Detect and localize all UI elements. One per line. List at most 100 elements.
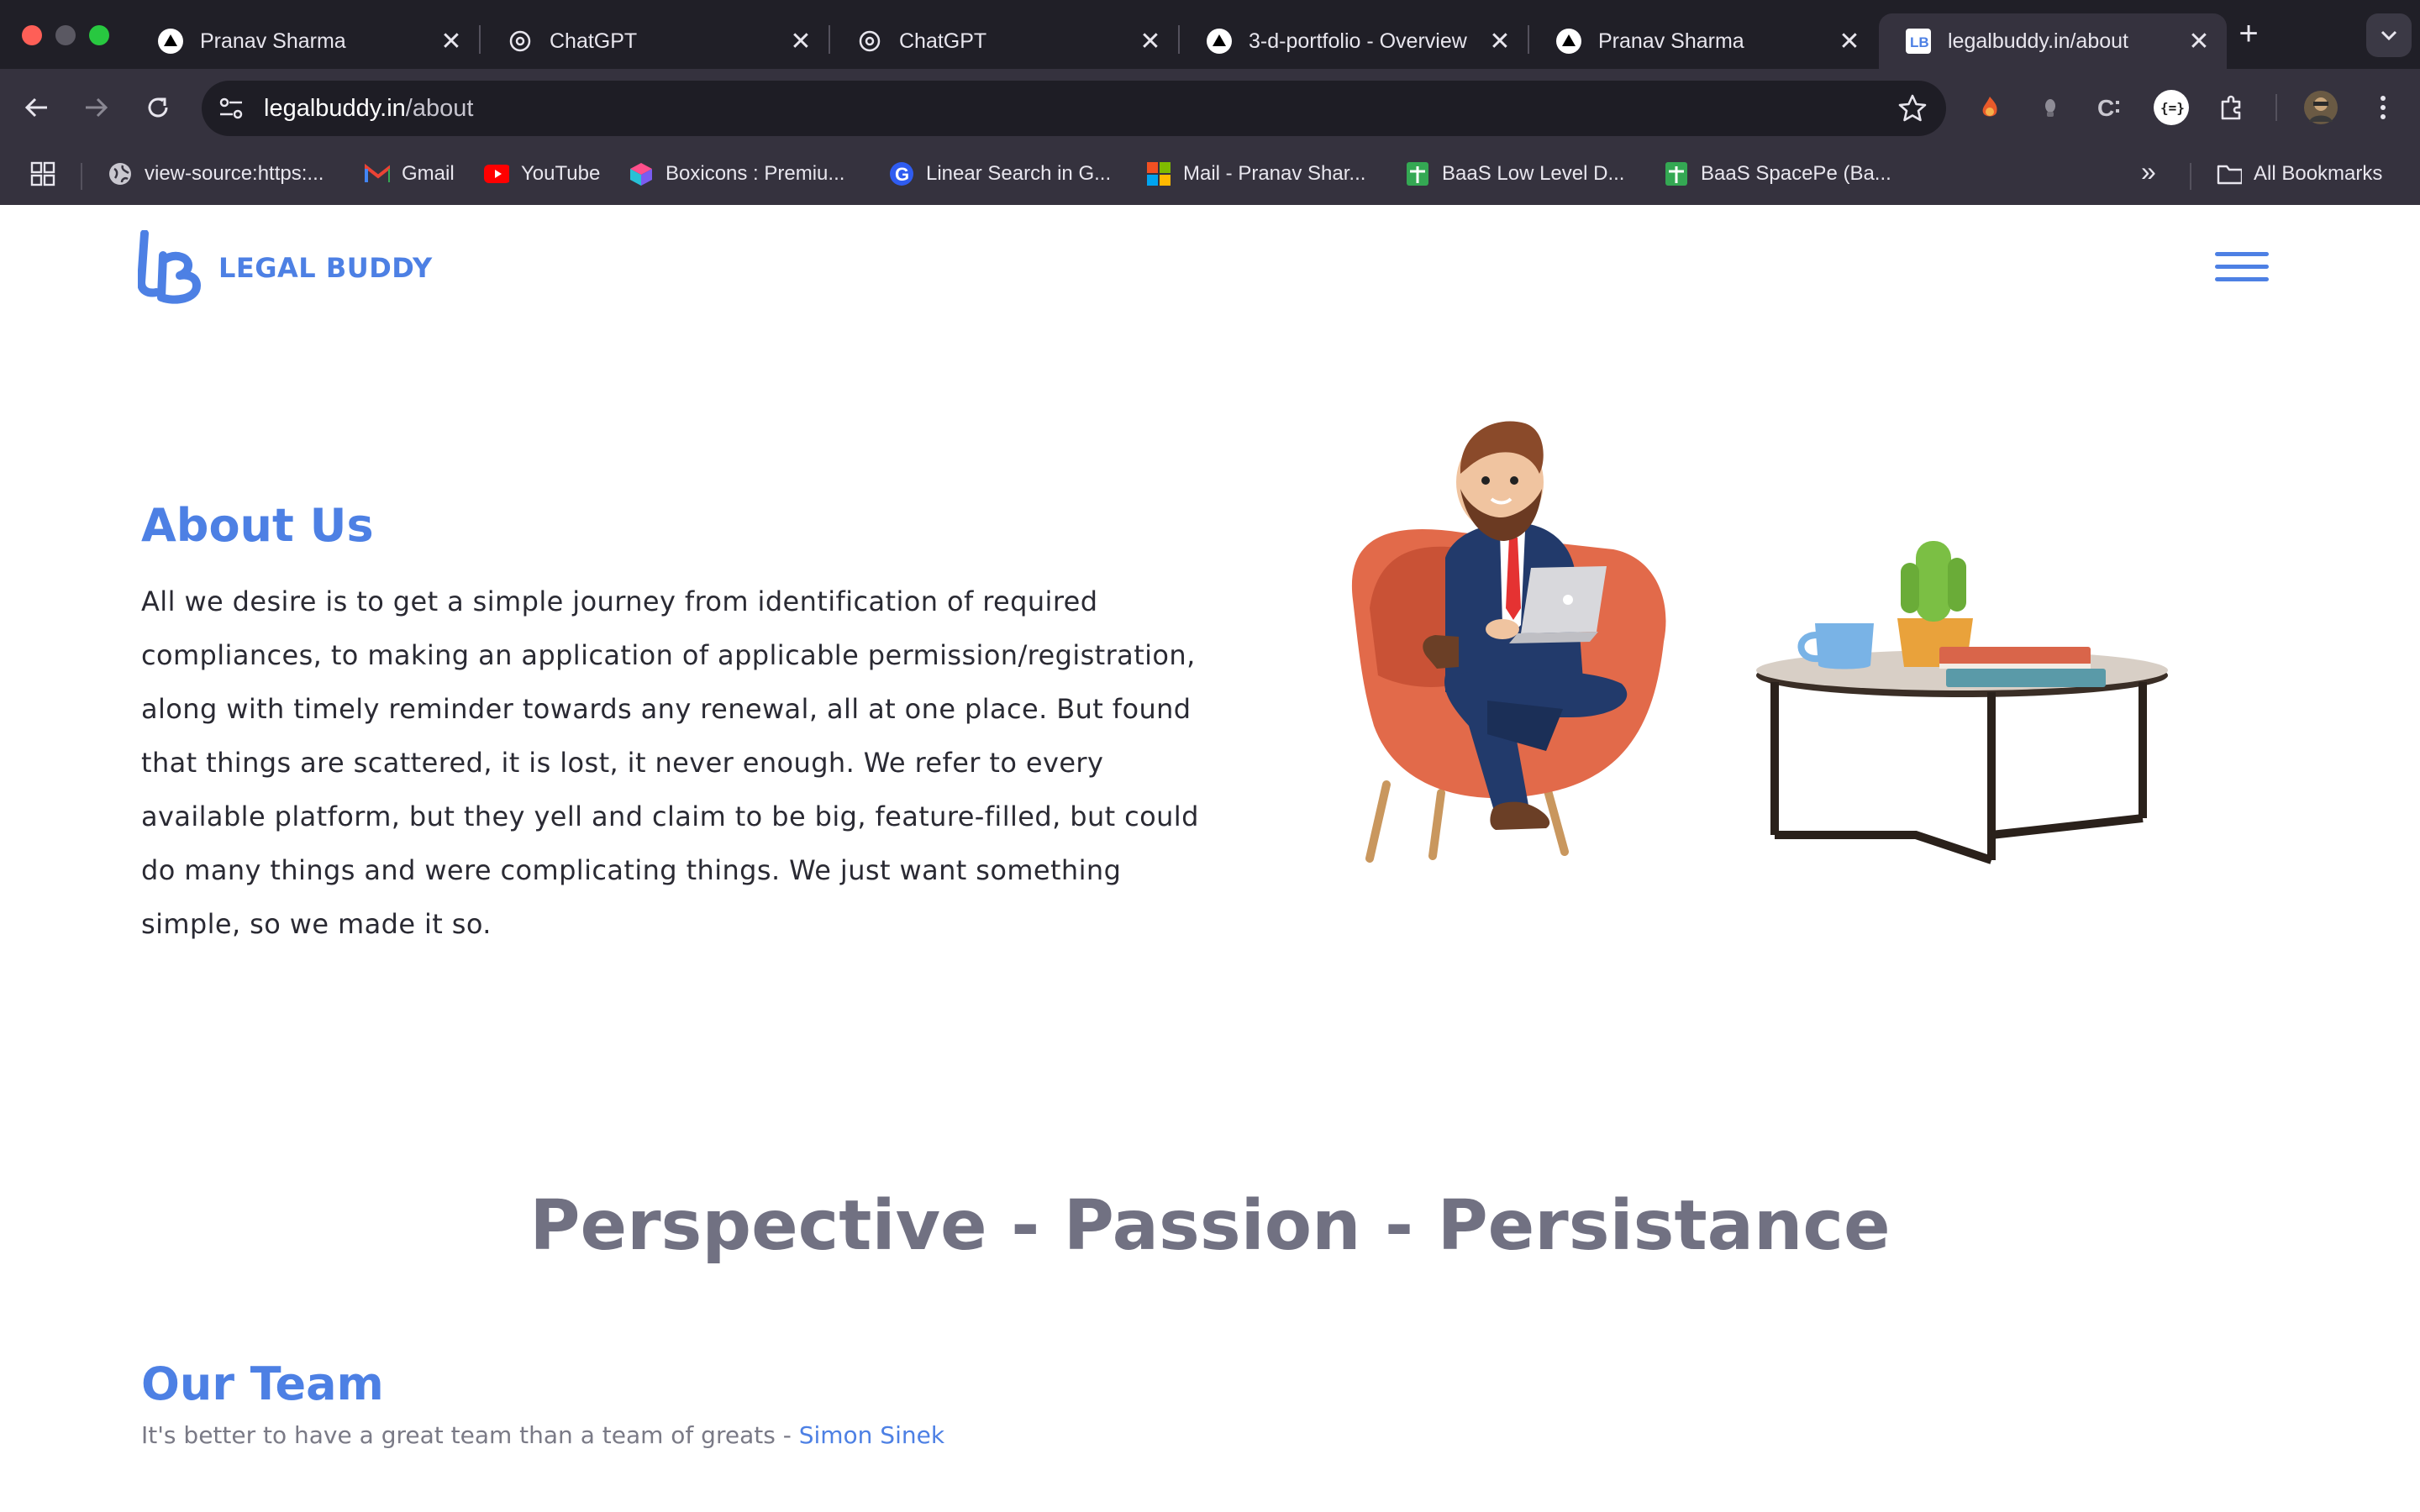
svg-text:C: C bbox=[2097, 95, 2114, 121]
sheets-icon bbox=[1664, 161, 1689, 186]
chevron-down-icon bbox=[2381, 30, 2397, 41]
bookmark-item[interactable]: BaaS Low Level D... bbox=[1405, 161, 1624, 186]
tab-title: 3-d-portfolio - Overview bbox=[1249, 29, 1467, 53]
bookmarks-bar: view-source:https:... Gmail YouTube Boxi… bbox=[0, 156, 2420, 193]
openai-icon bbox=[857, 29, 882, 54]
logo-text: LEGAL BUDDY bbox=[218, 252, 433, 284]
close-tab-icon[interactable]: ✕ bbox=[1837, 27, 1862, 56]
close-tab-icon[interactable]: ✕ bbox=[1487, 27, 1512, 56]
bookmark-item[interactable]: Gmail bbox=[365, 161, 455, 186]
site-logo[interactable]: LEGAL BUDDY bbox=[138, 230, 433, 306]
tab-active[interactable]: LB legalbuddy.in/about ✕ bbox=[1879, 13, 2227, 69]
tab-title: ChatGPT bbox=[550, 29, 638, 53]
back-button[interactable] bbox=[18, 89, 55, 126]
close-window-button[interactable] bbox=[22, 25, 42, 45]
tab-search-button[interactable] bbox=[2366, 13, 2412, 57]
bookmark-label: Linear Search in G... bbox=[926, 162, 1112, 185]
gmail-icon bbox=[365, 161, 390, 186]
tab-title: legalbuddy.in/about bbox=[1948, 29, 2128, 53]
all-bookmarks-label: All Bookmarks bbox=[2254, 162, 2383, 185]
tab[interactable]: Pranav Sharma ✕ bbox=[1529, 13, 1877, 69]
apps-grid-button[interactable] bbox=[30, 161, 67, 186]
tab-strip: Pranav Sharma ✕ ChatGPT ✕ ChatGPT ✕ 3-d-… bbox=[0, 0, 2420, 69]
tab-title: Pranav Sharma bbox=[200, 29, 346, 53]
team-title: Our Team bbox=[141, 1357, 384, 1410]
quote-author-link[interactable]: Simon Sinek bbox=[799, 1421, 944, 1449]
sheets-icon bbox=[1405, 161, 1430, 186]
bookmark-label: Mail - Pranav Shar... bbox=[1183, 162, 1366, 185]
close-tab-icon[interactable]: ✕ bbox=[2186, 27, 2212, 56]
tagline: Perspective - Passion - Persistance bbox=[529, 1186, 1891, 1266]
openai-icon bbox=[508, 29, 533, 54]
reload-icon bbox=[148, 97, 168, 118]
bookmarks-separator bbox=[81, 163, 82, 190]
chevron-double-right-icon: » bbox=[2141, 156, 2156, 186]
extension-json-icon[interactable]: {=} bbox=[2153, 89, 2190, 126]
address-bar[interactable]: legalbuddy.in/about bbox=[202, 81, 1946, 136]
bookmark-label: YouTube bbox=[521, 162, 601, 185]
globe-icon bbox=[108, 161, 133, 186]
all-bookmarks-button[interactable]: All Bookmarks bbox=[2217, 161, 2382, 186]
apps-grid-icon bbox=[30, 161, 55, 186]
bookmark-label: Boxicons : Premiu... bbox=[666, 162, 845, 185]
bookmark-label: BaaS Low Level D... bbox=[1442, 162, 1625, 185]
forward-button[interactable] bbox=[77, 89, 114, 126]
extension-fire-icon[interactable] bbox=[1971, 89, 2008, 126]
page-content: LEGAL BUDDY About Us All we desire is to… bbox=[0, 205, 2420, 1512]
url-path: /about bbox=[405, 95, 474, 122]
vercel-triangle-icon bbox=[1207, 29, 1232, 54]
close-tab-icon[interactable]: ✕ bbox=[1138, 27, 1163, 56]
legalbuddy-icon: LB bbox=[1906, 29, 1931, 54]
bookmark-item[interactable]: Mail - Pranav Shar... bbox=[1146, 161, 1365, 186]
arrow-left-icon bbox=[24, 97, 47, 118]
legalbuddy-logo-icon bbox=[138, 230, 201, 304]
bookmark-item[interactable]: view-source:https:... bbox=[108, 161, 324, 186]
vercel-triangle-icon bbox=[158, 29, 183, 54]
tab[interactable]: Pranav Sharma ✕ bbox=[131, 13, 479, 69]
site-settings-icon[interactable] bbox=[217, 94, 245, 127]
more-bookmarks-button[interactable]: » bbox=[2141, 156, 2156, 187]
svg-text:{=}: {=} bbox=[2160, 100, 2185, 116]
url-host: legalbuddy.in bbox=[264, 95, 406, 122]
bookmark-label: view-source:https:... bbox=[145, 162, 324, 185]
tab-title: ChatGPT bbox=[899, 29, 987, 53]
maximize-window-button[interactable] bbox=[89, 25, 109, 45]
tab[interactable]: 3-d-portfolio - Overview ✕ bbox=[1180, 13, 1528, 69]
tab[interactable]: ChatGPT ✕ bbox=[830, 13, 1178, 69]
hamburger-line bbox=[2215, 277, 2269, 281]
close-tab-icon[interactable]: ✕ bbox=[439, 27, 464, 56]
new-tab-button[interactable]: + bbox=[2232, 17, 2265, 50]
svg-text:LB: LB bbox=[1910, 34, 1929, 50]
close-tab-icon[interactable]: ✕ bbox=[788, 27, 813, 56]
bookmark-item[interactable]: G Linear Search in G... bbox=[889, 161, 1111, 186]
browser-chrome: Pranav Sharma ✕ ChatGPT ✕ ChatGPT ✕ 3-d-… bbox=[0, 0, 2420, 205]
extensions-puzzle-icon[interactable] bbox=[2213, 89, 2250, 126]
url-text[interactable]: legalbuddy.in/about bbox=[264, 95, 473, 123]
bookmark-item[interactable]: BaaS SpacePe (Ba... bbox=[1664, 161, 1891, 186]
menu-button[interactable] bbox=[2215, 252, 2269, 282]
vercel-triangle-icon bbox=[1556, 29, 1581, 54]
bookmark-item[interactable]: YouTube bbox=[484, 161, 600, 186]
toolbar-divider bbox=[2275, 94, 2277, 121]
bookmark-label: BaaS SpacePe (Ba... bbox=[1701, 162, 1891, 185]
reload-button[interactable] bbox=[139, 89, 176, 126]
minimize-window-button[interactable] bbox=[55, 25, 76, 45]
team-quote: It's better to have a great team than a … bbox=[141, 1421, 944, 1449]
profile-avatar[interactable] bbox=[2302, 89, 2339, 126]
microsoft-icon bbox=[1146, 161, 1171, 186]
about-title: About Us bbox=[141, 499, 374, 552]
hamburger-line bbox=[2215, 265, 2269, 269]
browser-menu-icon[interactable] bbox=[2365, 89, 2402, 126]
bookmark-item[interactable]: Boxicons : Premiu... bbox=[629, 161, 844, 186]
bookmark-label: Gmail bbox=[402, 162, 455, 185]
about-body: All we desire is to get a simple journey… bbox=[141, 585, 1199, 940]
hamburger-line bbox=[2215, 252, 2269, 256]
tab[interactable]: ChatGPT ✕ bbox=[481, 13, 829, 69]
g-icon: G bbox=[889, 161, 914, 186]
boxicons-icon bbox=[629, 161, 654, 186]
bookmark-star-icon[interactable] bbox=[1897, 93, 1928, 128]
extension-c-icon[interactable]: C bbox=[2092, 89, 2129, 126]
tab-title: Pranav Sharma bbox=[1598, 29, 1744, 53]
svg-text:G: G bbox=[895, 164, 909, 185]
extension-bulb-icon[interactable] bbox=[2032, 89, 2069, 126]
